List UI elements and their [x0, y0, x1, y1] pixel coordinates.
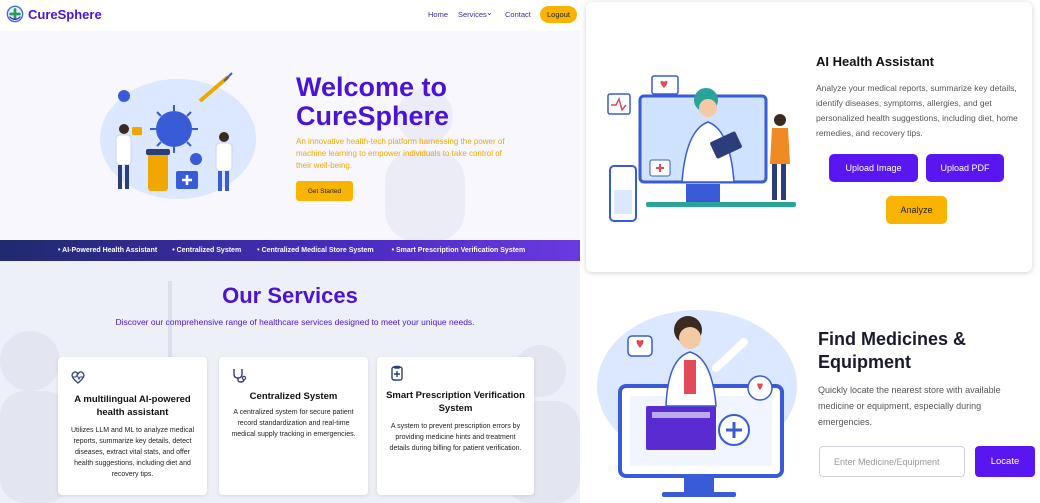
ticker-item: • Smart Prescription Verification System [391, 247, 526, 254]
locate-button[interactable]: Locate [975, 446, 1035, 477]
ai-assistant-title: AI Health Assistant [816, 54, 934, 69]
nav-link-contact[interactable]: Contact [505, 10, 531, 19]
heart-pulse-icon [71, 371, 85, 384]
ai-health-assistant-card: AI Health Assistant Analyze your medical… [586, 2, 1032, 272]
telemedicine-illustration [607, 75, 796, 222]
service-card-ai-assistant[interactable]: A multilingual AI-powered health assista… [58, 357, 207, 495]
find-medicines-description: Quickly locate the nearest store with av… [818, 385, 1001, 427]
nav-link-services[interactable]: Services [458, 10, 487, 19]
service-card-description: A system to prevent prescription errors … [389, 423, 522, 452]
brand-name[interactable]: CureSphere [28, 7, 102, 22]
ticker-item: • AI-Powered Health Assistant [58, 247, 158, 254]
services-title: Our Services [222, 283, 358, 308]
logout-button[interactable]: Logout [540, 6, 577, 23]
prescription-icon [391, 365, 403, 381]
chevron-down-icon[interactable]: ⌄ [486, 8, 493, 17]
hero-title: Welcome to CureSphere [296, 72, 450, 131]
services-section: Our Services Discover our comprehensive … [0, 261, 580, 503]
hero-description: An innovative health-tech platform harne… [296, 137, 505, 170]
ticker-item: • Centralized System [172, 247, 242, 254]
landing-page-panel: CureSphere Home Services ⌄ Contact Logou… [0, 0, 580, 503]
navbar: CureSphere Home Services ⌄ Contact Logou… [0, 0, 580, 31]
ticker-item: • Centralized Medical Store System [257, 247, 374, 254]
analyze-button[interactable]: Analyze [886, 196, 947, 224]
features-ticker: • AI-Powered Health Assistant • Centrali… [0, 240, 580, 261]
service-card-prescription-verification[interactable]: Smart Prescription Verification System A… [377, 357, 534, 495]
nav-link-home[interactable]: Home [428, 10, 448, 19]
upload-pdf-button[interactable]: Upload PDF [926, 154, 1004, 182]
find-medicines-section: Find Medicines & Equipment Quickly locat… [586, 278, 1040, 503]
pharmacist-illustration [597, 310, 797, 497]
service-card-title: Smart Prescription Verification System [386, 390, 525, 414]
service-card-description: A centralized system for secure patient … [231, 409, 356, 438]
logo-icon[interactable] [6, 5, 24, 23]
stethoscope-icon [233, 369, 247, 383]
service-card-title: Centralized System [249, 391, 338, 402]
service-card-title: A multilingual AI-powered health assista… [74, 394, 191, 418]
get-started-button[interactable]: Get Started [296, 181, 353, 201]
service-card-description: Utilizes LLM and ML to analyze medical r… [70, 427, 195, 478]
services-subtitle: Discover our comprehensive range of heal… [115, 317, 475, 327]
medicine-search-input[interactable] [819, 446, 965, 477]
service-card-centralized-system[interactable]: Centralized System A centralized system … [219, 357, 368, 495]
upload-image-button[interactable]: Upload Image [829, 154, 918, 182]
find-medicines-title: Find Medicines & Equipment [818, 329, 967, 372]
ai-assistant-description: Analyze your medical reports, summarize … [816, 83, 1018, 138]
hero-section: Welcome to CureSphere An innovative heal… [0, 31, 580, 241]
virus-research-illustration [100, 72, 256, 199]
